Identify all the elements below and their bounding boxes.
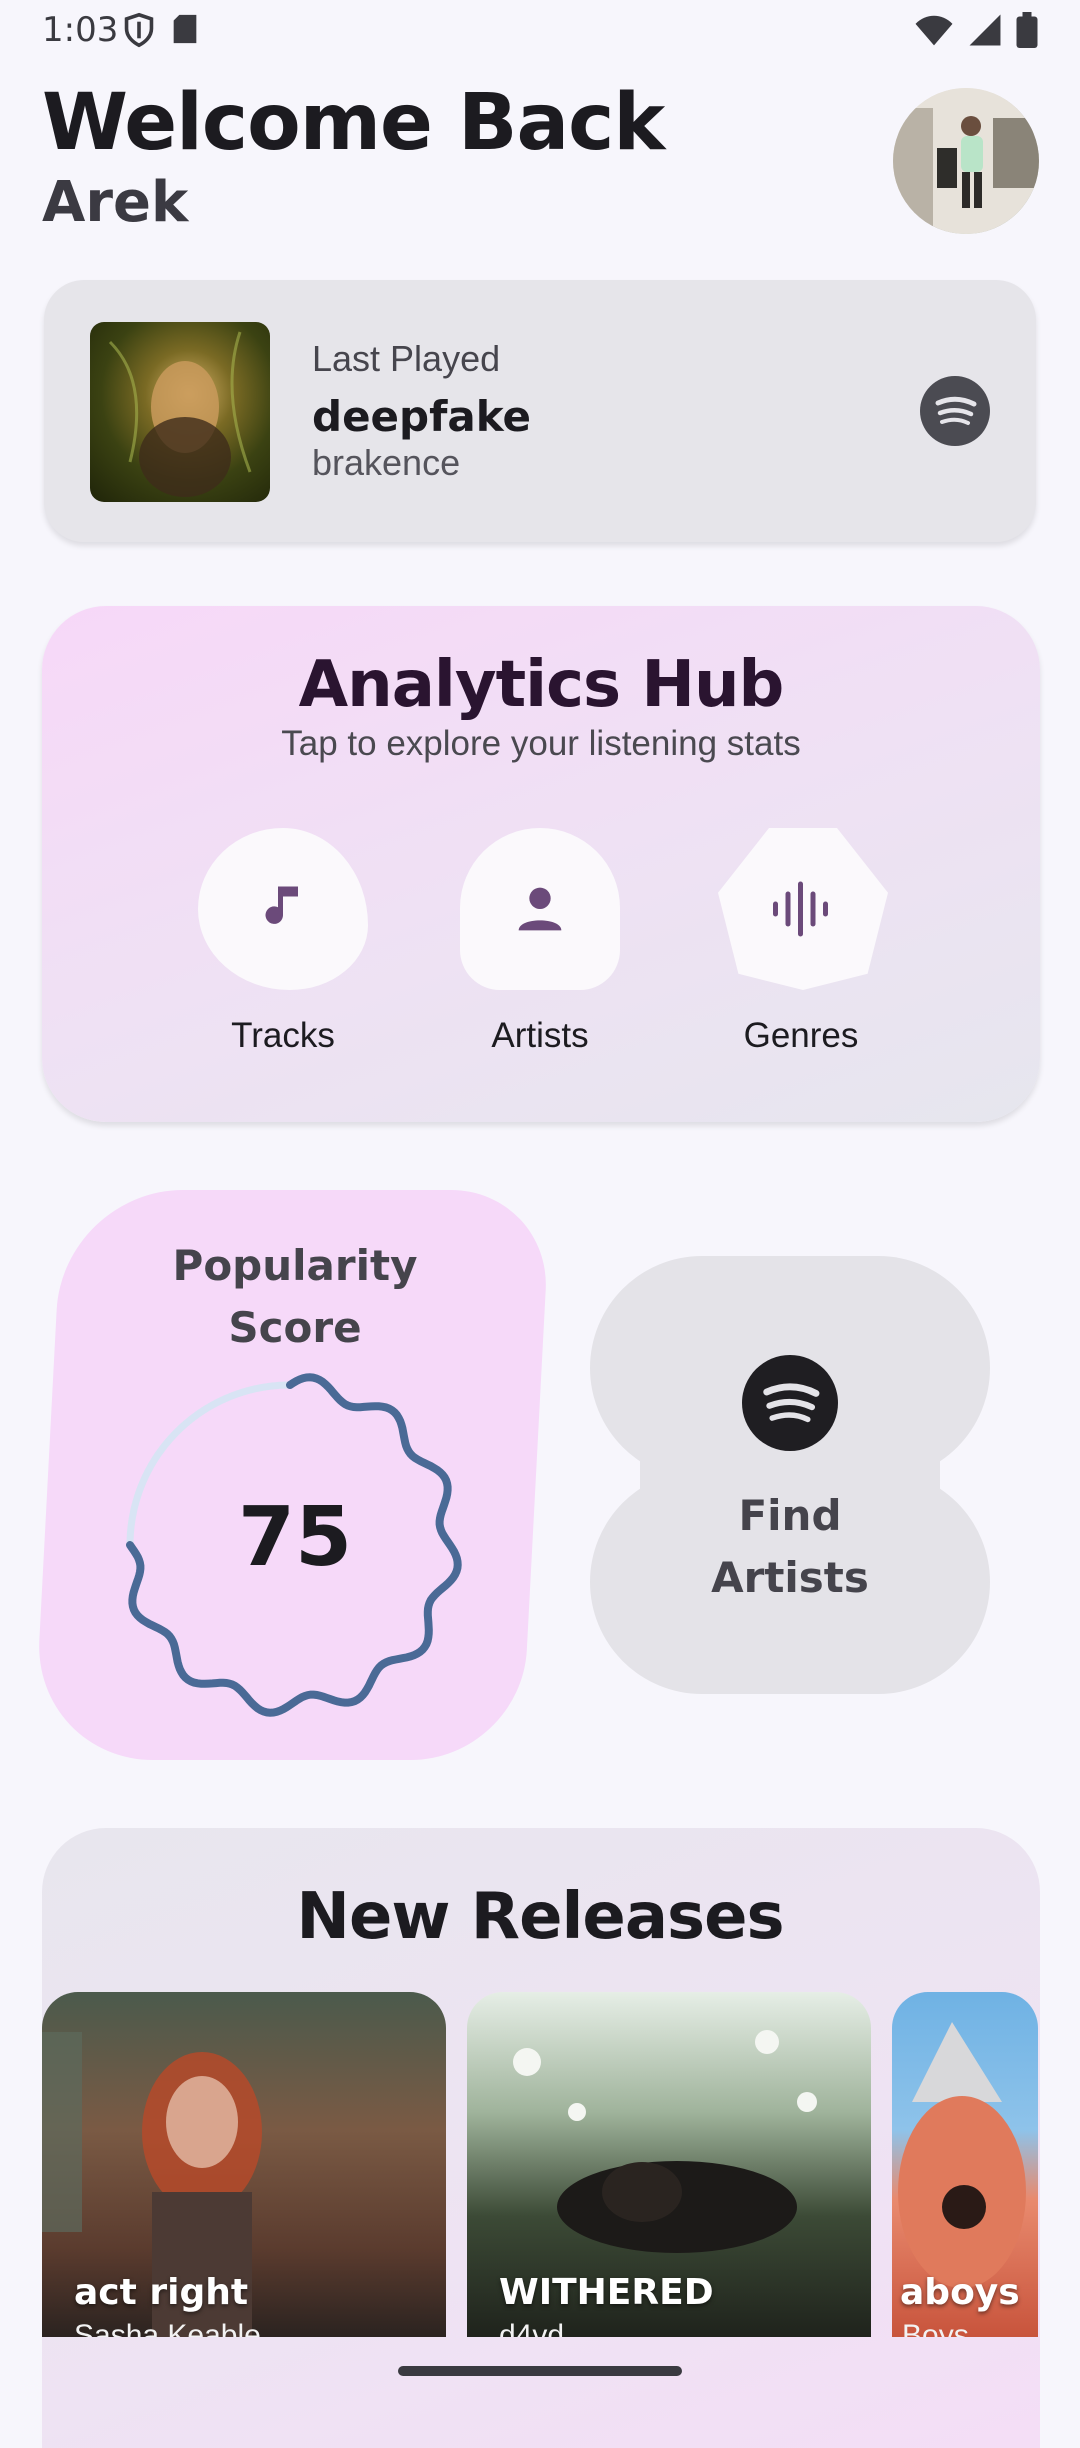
analytics-hub-title: Analytics Hub [298,648,785,722]
popularity-title-line1: Popularity [172,1241,418,1290]
release-title: WITHERED [499,2272,714,2313]
release-artist: d4vd [499,2319,565,2337]
popularity-title-line2: Score [228,1303,362,1352]
release-artist: Sasha Keable [74,2319,261,2337]
release-card[interactable]: WITHERED d4vd [467,1992,871,2337]
wifi-icon [915,15,953,46]
tracks-button[interactable] [198,828,368,990]
release-card[interactable]: act right Sasha Keable [42,1992,446,2337]
spotify-icon[interactable] [920,376,990,446]
battery-icon [1016,12,1038,48]
spotify-icon[interactable] [742,1355,838,1451]
release-title: aboys [900,2272,1020,2313]
artists-button[interactable] [460,828,620,990]
popularity-title: Popularity Score [130,1235,460,1359]
gesture-nav-bar[interactable] [398,2366,682,2376]
release-artist: Boys [902,2319,969,2337]
music-note-icon [265,886,298,924]
new-releases-title: New Releases [296,1880,784,1954]
analytics-hub-card: Analytics Hub Tap to explore your listen… [42,606,1040,1122]
release-title: act right [74,2272,249,2313]
person-icon [518,887,562,931]
album-art [90,322,270,502]
avatar-photo [893,88,1039,234]
find-artists-line2: Artists [711,1553,869,1602]
last-played-label: Last Played [312,338,501,379]
find-artists-line1: Find [738,1491,842,1540]
status-time: 1:03 [42,10,119,50]
avatar[interactable] [893,88,1039,234]
shield-icon [124,12,154,48]
tracks-label: Tracks [231,1016,335,1055]
find-artists-button[interactable]: Find Artists [640,1485,940,1609]
track-artist: brakence [312,442,461,483]
welcome-title: Welcome Back [42,78,665,168]
soundwave-icon [773,881,828,937]
track-title: deepfake [312,392,532,441]
release-card[interactable]: aboys Boys [892,1992,1038,2337]
genres-button[interactable] [718,828,888,990]
status-left-icons [122,12,200,48]
username: Arek [42,170,189,235]
last-played-card[interactable]: Last Played deepfake brakence [44,280,1036,542]
signal-icon [969,14,1001,46]
analytics-hub-subtitle: Tap to explore your listening stats [281,724,801,763]
sd-card-icon [173,14,197,44]
genres-label: Genres [743,1016,859,1055]
status-right-icons [914,12,1038,48]
popularity-score: 75 [237,1490,353,1585]
artists-label: Artists [491,1016,589,1055]
